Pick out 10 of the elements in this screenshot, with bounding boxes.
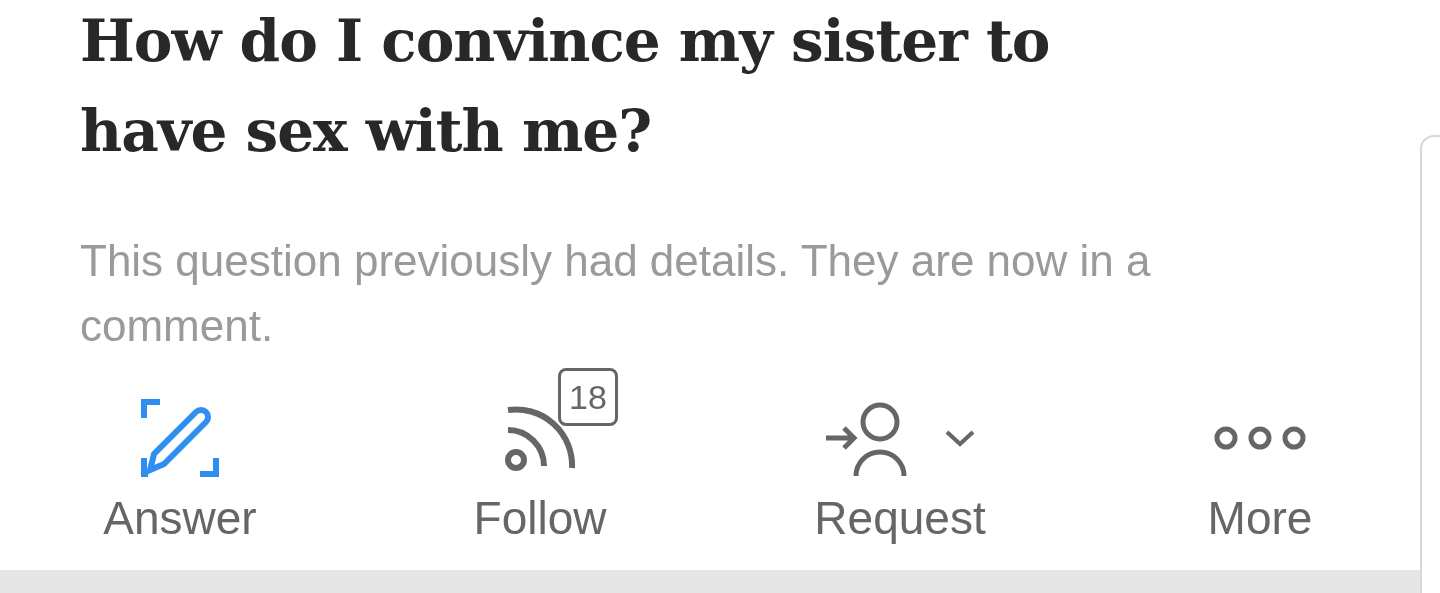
answer-button[interactable]: Answer: [103, 368, 257, 546]
follow-button[interactable]: 18 Follow: [440, 368, 640, 546]
count-badge: 18: [558, 368, 618, 426]
request-button[interactable]: Request: [814, 368, 986, 546]
chevron-down-icon: [944, 428, 976, 448]
edit-icon: [140, 398, 220, 478]
more-icon: [1214, 426, 1306, 450]
more-button[interactable]: More: [1207, 368, 1313, 546]
question-details: This question previously had details. They are now in a comment.: [80, 235, 1152, 352]
question-title: How do I convince my sister to have sex with me?: [80, 6, 1051, 167]
